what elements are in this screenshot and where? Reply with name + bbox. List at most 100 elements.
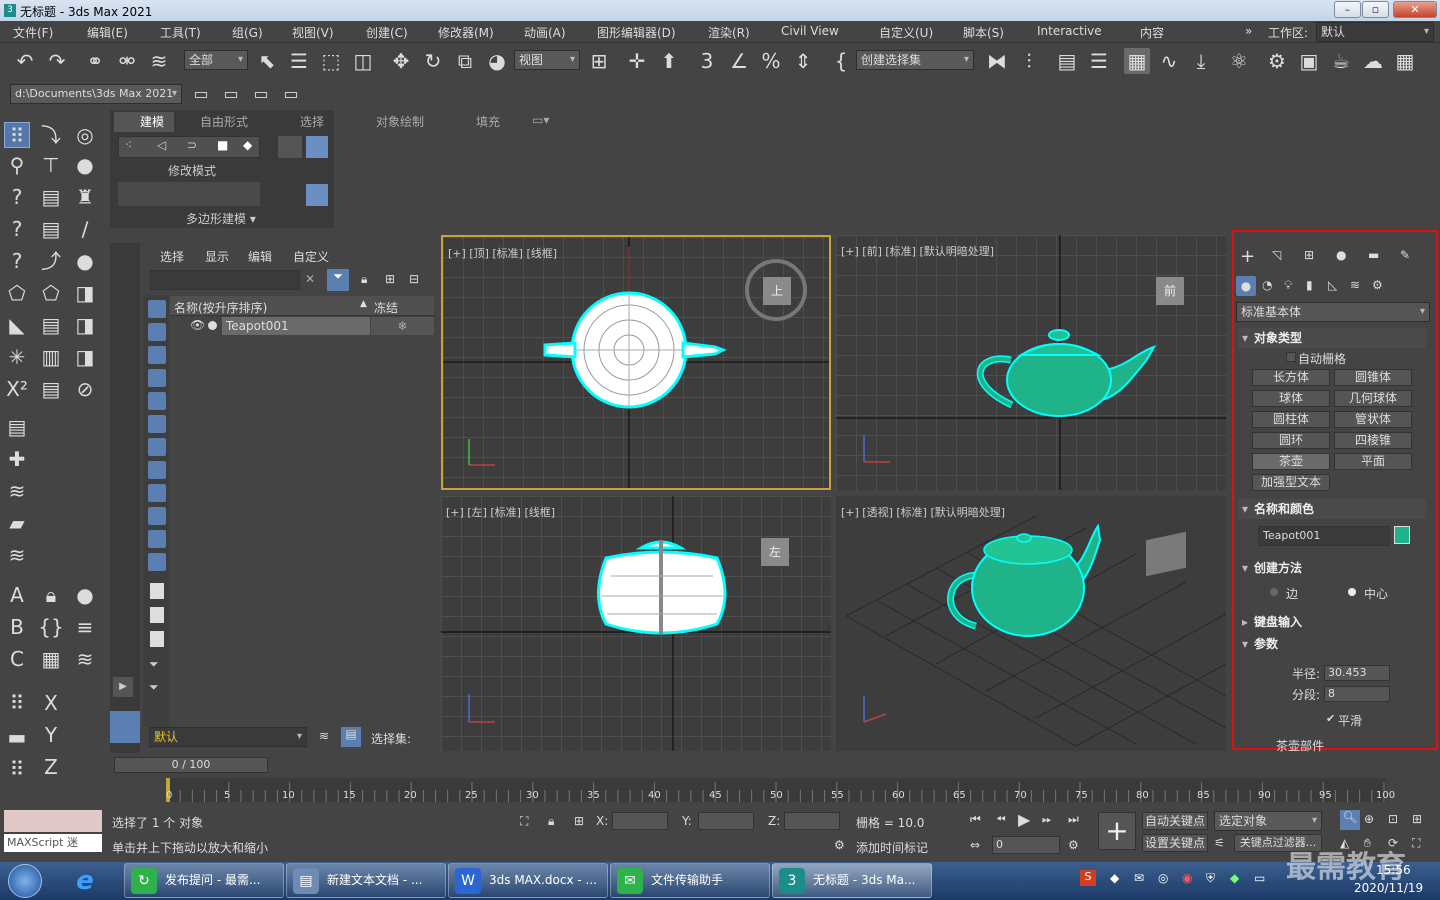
category-dropdown[interactable]: 标准基本体	[1236, 302, 1430, 322]
selection-filter-dropdown[interactable]: 全部	[184, 50, 248, 70]
menu-rendering[interactable]: 渲染(R)	[708, 24, 750, 41]
goto-start-icon[interactable]: ⏮	[970, 812, 981, 827]
tool-icon[interactable]: ◨	[72, 312, 98, 338]
teapot-button[interactable]: 茶壶	[1252, 453, 1330, 470]
select-by-name-icon[interactable]: ☰	[286, 48, 312, 74]
table-row[interactable]: 👁︎ Teapot001 ❄	[170, 317, 434, 335]
column-frozen-header[interactable]: 冻结	[374, 299, 398, 316]
tab-object-paint[interactable]: 对象绘制	[376, 113, 424, 130]
play-icon[interactable]: ▶	[1018, 810, 1030, 829]
menu-tools[interactable]: 工具(T)	[160, 24, 201, 41]
zoom-extents-all-icon[interactable]: ⊞	[1412, 812, 1422, 826]
helper-filter-icon[interactable]	[148, 392, 166, 410]
scene-menu-customize[interactable]: 自定义	[293, 248, 329, 265]
torus-button[interactable]: 圆环	[1252, 432, 1330, 449]
shapes-icon[interactable]: ◔	[1262, 278, 1272, 292]
systems-icon[interactable]: ⚙	[1372, 278, 1383, 292]
clear-search-icon[interactable]: ✕	[305, 272, 315, 286]
zoom-icon[interactable]: 🔍︎	[1340, 810, 1360, 830]
hierarchy-icon[interactable]: ⊞	[385, 272, 395, 286]
time-slider[interactable]: 0 / 100	[114, 757, 268, 773]
tray-icon[interactable]: ◉	[1182, 871, 1192, 885]
tool-icon[interactable]: ?	[4, 184, 30, 210]
render-icon[interactable]	[208, 321, 217, 330]
tool-icon[interactable]: ▤	[4, 414, 30, 440]
tab-modeling[interactable]: 建模	[140, 113, 164, 130]
select-object-icon[interactable]: ⬉	[254, 48, 280, 74]
element-icon[interactable]: ◆	[243, 138, 252, 152]
create-tab-icon[interactable]: +	[1240, 246, 1255, 267]
tool-icon[interactable]: ●	[72, 152, 98, 178]
tube-button[interactable]: 管状体	[1334, 411, 1412, 428]
keyboard-shortcut-icon[interactable]: ⬆	[656, 48, 682, 74]
tool-icon[interactable]: ▤	[38, 312, 64, 338]
snaps-toggle-icon[interactable]: 3	[694, 48, 720, 74]
scene-menu-display[interactable]: 显示	[205, 248, 229, 265]
tool-icon[interactable]: ▦	[38, 646, 64, 672]
named-selection-dropdown[interactable]: 创建选择集	[856, 50, 974, 70]
viewport-left[interactable]: 左 [+] [左] [标准] [线框]	[441, 496, 831, 751]
task-item[interactable]: ▤ 新建文本文档 - ...	[286, 863, 446, 898]
tool-icon[interactable]: ≡	[72, 614, 98, 640]
tool-icon[interactable]: ⤴	[38, 248, 64, 274]
tab-freeform[interactable]: 自由形式	[200, 113, 248, 130]
task-item[interactable]: W 3ds MAX.docx - ...	[448, 863, 608, 898]
menu-civil-view[interactable]: Civil View	[781, 24, 839, 38]
radius-spinner[interactable]: 30.453	[1324, 665, 1390, 681]
plane-button[interactable]: 平面	[1334, 453, 1412, 470]
camera-filter-icon[interactable]	[148, 369, 166, 387]
tool-icon[interactable]: ⊤	[38, 152, 64, 178]
undo-icon[interactable]: ↶	[12, 48, 38, 74]
modify-tab-icon[interactable]: ◹	[1272, 248, 1281, 262]
menu-edit[interactable]: 编辑(E)	[87, 24, 128, 41]
tab-populate[interactable]: 填充	[476, 113, 500, 130]
frozen-icon[interactable]: ❄	[371, 317, 434, 335]
align-icon[interactable]: ⫶	[1016, 48, 1042, 74]
isolate-icon[interactable]: ⛶	[520, 814, 528, 829]
vertex-icon[interactable]: ⁖	[125, 138, 132, 152]
set-key-button[interactable]: 设置关键点	[1142, 834, 1208, 852]
container-filter-icon[interactable]	[148, 507, 166, 525]
zoom-all-icon[interactable]: ⊕	[1364, 812, 1374, 826]
tool-icon[interactable]: ▤	[38, 184, 64, 210]
filter-icon[interactable]: ⏷	[149, 680, 159, 695]
scene-search-input[interactable]	[150, 270, 300, 290]
display-all-icon[interactable]	[150, 583, 164, 599]
mirror-icon[interactable]: ⧓	[984, 48, 1010, 74]
viewport-perspective[interactable]: [+] [透视] [标准] [默认明暗处理]	[836, 496, 1226, 751]
column-name-header[interactable]: 名称(按升序排序)	[174, 299, 267, 316]
hidden-filter-icon[interactable]	[148, 553, 166, 571]
z-coord-input[interactable]	[784, 812, 840, 830]
window-crossing-icon[interactable]: ◫	[350, 48, 376, 74]
lock-icon[interactable]: 🔒︎	[38, 582, 64, 608]
polygon-icon[interactable]: ■	[217, 138, 228, 152]
goto-end-icon[interactable]: ⏭	[1068, 812, 1079, 827]
section-name-color[interactable]: 名称和颜色	[1238, 499, 1426, 519]
pyramid-button[interactable]: 四棱锥	[1334, 432, 1412, 449]
axis-z-icon[interactable]: Z	[38, 754, 64, 780]
x-coord-input[interactable]	[612, 812, 668, 830]
rendered-frame-icon[interactable]: ▣	[1296, 48, 1322, 74]
textplus-button[interactable]: 加强型文本	[1252, 474, 1330, 491]
render-setup-icon[interactable]: ⚙	[1264, 48, 1290, 74]
tray-ime-icon[interactable]: S	[1080, 870, 1096, 886]
tool-icon[interactable]: ✚	[4, 446, 30, 472]
segments-spinner[interactable]: 8	[1324, 686, 1390, 702]
angle-snap-icon[interactable]: ∠	[726, 48, 752, 74]
cameras-icon[interactable]: ▮	[1306, 278, 1313, 292]
layer-dropdown[interactable]: 默认	[149, 727, 307, 747]
layer-icon[interactable]: ⊟	[409, 272, 419, 286]
tab-selection[interactable]: 选择	[300, 113, 324, 130]
tool-icon[interactable]: ✳	[4, 344, 30, 370]
display-invert-icon[interactable]	[150, 631, 164, 647]
frozen-filter-icon[interactable]	[148, 530, 166, 548]
project-folder-icon[interactable]: ▭	[190, 83, 212, 105]
tool-icon[interactable]: C	[4, 646, 30, 672]
add-time-tag[interactable]: 添加时间标记	[856, 839, 928, 856]
ribbon-side-icon[interactable]	[278, 136, 302, 158]
reference-coord-dropdown[interactable]: 视图	[514, 50, 580, 70]
edge-radio[interactable]	[1270, 588, 1278, 596]
geometry-icon[interactable]: ●	[1236, 276, 1256, 296]
viewport-front[interactable]: 前 [+] [前] [标准] [默认明暗处理]	[836, 235, 1226, 490]
filter-icon[interactable]: ⏷	[149, 657, 159, 672]
